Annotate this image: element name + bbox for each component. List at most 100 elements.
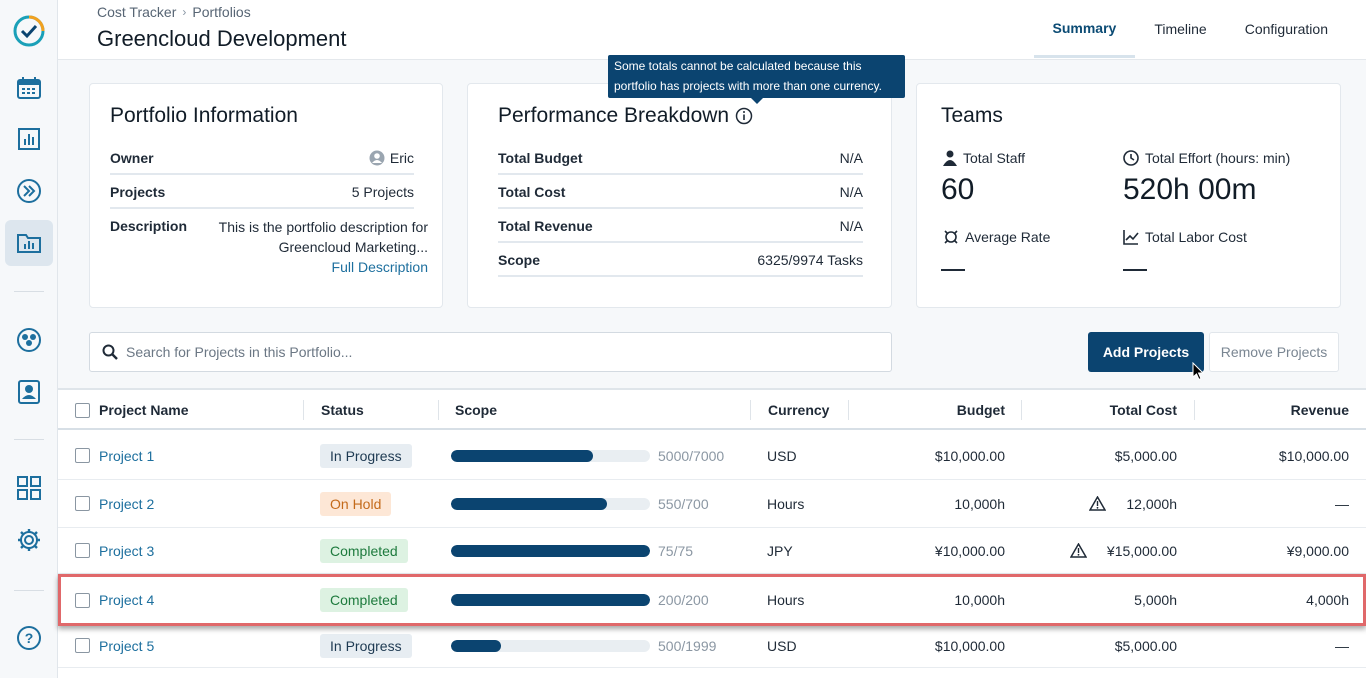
total-labor-cost-label: Total Labor Cost [1145,229,1247,245]
table-row[interactable]: Project 4 Completed 200/200 Hours 10,000h 5,0… [58,574,1366,626]
sidebar-divider [14,439,44,440]
row-checkbox[interactable] [75,638,90,653]
budget-cell: $10,000.00 [934,637,1005,654]
total-revenue-value: N/A [839,218,863,234]
owner-label: Owner [110,150,154,166]
budget-cell: 10,000h [954,495,1005,512]
folder-chart-icon[interactable] [5,220,53,266]
header-project-name[interactable]: Project Name [99,390,188,430]
description-value: This is the portfolio description for Gr… [218,219,428,255]
total-staff-label-group: Total Staff [943,150,1025,166]
remove-projects-button[interactable]: Remove Projects [1209,332,1339,372]
header-budget[interactable]: Budget [957,390,1005,430]
card-title: Teams [941,104,1003,127]
line-chart-icon [1123,230,1139,245]
calendar-icon[interactable] [5,65,53,111]
portfolio-information-card: Portfolio Information Owner Eric Project… [89,83,443,308]
total-cost-value: 5,000h [1134,592,1177,608]
warning-icon [1069,543,1087,558]
total-cost-cell: ¥15,000.00 [1069,528,1177,573]
total-revenue-label: Total Revenue [498,218,593,234]
projects-value: 5 Projects [351,184,414,200]
status-badge: On Hold [320,491,392,516]
bar-chart-icon[interactable] [5,116,53,162]
currency-cell: JPY [767,542,793,559]
description-label: Description [110,218,188,234]
header-revenue[interactable]: Revenue [1291,390,1349,430]
project-name-link[interactable]: Project 1 [99,448,154,464]
person-icon [943,150,957,166]
header-scope[interactable]: Scope [455,390,497,430]
sidebar: ? [0,0,58,678]
rate-icon [944,230,958,244]
grid-apps-icon[interactable] [5,465,53,511]
row-checkbox[interactable] [75,543,90,558]
tab-configuration[interactable]: Configuration [1226,0,1366,58]
scope-label: Scope [498,252,541,268]
tab-timeline[interactable]: Timeline [1135,0,1225,58]
project-name-link[interactable]: Project 5 [99,638,154,654]
scope-progress-fill [451,449,594,462]
breadcrumb-root[interactable]: Cost Tracker [97,4,176,20]
full-description-link[interactable]: Full Description [213,257,428,277]
add-projects-button[interactable]: Add Projects [1088,332,1204,372]
help-icon[interactable]: ? [5,615,53,661]
search-input[interactable] [126,344,826,360]
scope-cell: 550/700 [451,480,709,527]
header-status[interactable]: Status [321,390,364,430]
fast-forward-icon[interactable] [5,168,53,214]
project-name-link[interactable]: Project 2 [99,496,154,512]
teams-card: Teams Total Staff 60 Total Effort (hours… [916,83,1341,308]
budget-cell: 10,000h [954,592,1005,608]
total-cost-label: Total Cost [498,184,566,200]
project-name-cell: Project 2 [99,480,154,527]
revenue-cell: $10,000.00 [1278,447,1349,464]
revenue-cell: 4,000h [1306,592,1349,608]
total-cost-value: $5,000.00 [1114,637,1177,654]
column-divider [303,400,304,420]
table-row[interactable]: Project 2 On Hold 550/700 Hours 10,000h 12,00… [58,480,1366,528]
row-select-cell [75,480,90,527]
header-currency[interactable]: Currency [768,390,829,430]
project-name-cell: Project 4 [99,577,154,623]
scope-progress-bar [451,639,650,652]
budget-cell: $10,000.00 [934,447,1005,464]
total-cost-cell: 5,000h [1134,577,1177,623]
average-rate-label-group: Average Rate [943,229,1050,245]
info-icon[interactable] [735,107,753,125]
breadcrumb-current[interactable]: Portfolios [192,4,250,20]
table-row[interactable]: Project 1 In Progress 5000/7000 USD $10,000.… [58,432,1366,480]
row-checkbox[interactable] [75,592,90,608]
project-name-cell: Project 3 [99,528,154,573]
table-row[interactable]: Project 5 In Progress 500/1999 USD $10,000.0… [58,624,1366,668]
performance-breakdown-card: Performance Breakdown Total Budget N/A T… [467,83,892,308]
status-badge: In Progress [320,443,412,468]
projects-label: Projects [110,184,166,200]
project-name-cell: Project 1 [99,432,154,479]
app-logo-icon[interactable] [5,8,53,54]
total-budget-label: Total Budget [498,150,583,166]
total-staff-label: Total Staff [963,150,1026,166]
select-all-checkbox[interactable] [75,402,90,418]
team-icon[interactable] [5,317,53,363]
card-title: Performance Breakdown [498,104,730,127]
table-row[interactable]: Project 3 Completed 75/75 JPY ¥10,000.00 ¥15,… [58,528,1366,574]
contact-card-icon[interactable] [5,369,53,415]
gear-icon[interactable] [5,517,53,563]
budget-cell: ¥10,000.00 [934,542,1005,559]
project-name-link[interactable]: Project 4 [99,592,154,608]
total-revenue-row: Total Revenue N/A [498,218,863,243]
scope-progress-bar [451,497,650,510]
total-effort-label: Total Effort (hours: min) [1145,150,1291,166]
project-name-link[interactable]: Project 3 [99,543,154,559]
search-icon [102,344,118,360]
header-total-cost[interactable]: Total Cost [1110,390,1177,430]
currency-cell: USD [767,447,797,464]
scope-progress-fill [451,544,650,557]
total-cost-row: Total Cost N/A [498,184,863,209]
row-checkbox[interactable] [75,496,90,511]
owner-value: Eric [389,150,414,166]
sidebar-divider [14,291,44,292]
tab-summary[interactable]: Summary [1033,0,1136,58]
row-checkbox[interactable] [75,448,90,463]
